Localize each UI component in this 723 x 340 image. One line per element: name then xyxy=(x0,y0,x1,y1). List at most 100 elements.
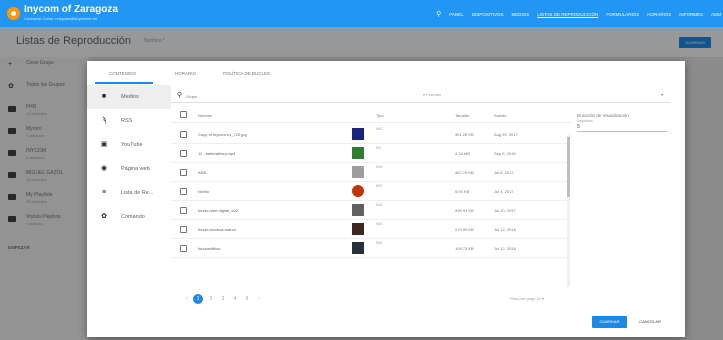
thumbnail-image xyxy=(352,128,364,140)
row-date: Jul 20, 2017 xyxy=(494,208,516,213)
rows-per-page-select[interactable]: Filas por page 10 ▾ xyxy=(510,296,544,301)
folder-icon: ■ xyxy=(101,93,107,100)
row-size: 5.93 KB xyxy=(455,189,470,194)
table-row[interactable]: fondo-cerveza-marco IMG 215.99 KB Jul 12… xyxy=(171,220,571,239)
row-type: IMG xyxy=(376,165,383,169)
row-name: ADN xyxy=(198,170,207,175)
top-app-bar: Inycom of Zaragoza Contactar Como: reliq… xyxy=(0,0,723,27)
row-name: fondo-cerveza-marco xyxy=(198,227,236,232)
column-size[interactable]: Tamaño xyxy=(455,113,469,118)
table-row[interactable]: fondo-nivel digital_v02 IMG 995.93 KB Ju… xyxy=(171,201,571,220)
source-item-pagina-web[interactable]: ◉ Página web xyxy=(87,157,171,181)
column-name[interactable]: Nombre xyxy=(198,113,212,118)
table-row[interactable]: ADN IMG 457.76 KB Jul 8, 2017 xyxy=(171,163,571,182)
table-row[interactable]: Nivirlo IMG 5.93 KB Jul 4, 2017 xyxy=(171,182,571,201)
select-all-checkbox[interactable] xyxy=(180,111,187,118)
row-size: 457.76 KB xyxy=(455,170,474,175)
table-row[interactable]: 11 - betterabbey.mp4 MV 4.24 MB Sep 9, 2… xyxy=(171,144,571,163)
app-title: Inycom of Zaragoza xyxy=(24,4,118,15)
source-item-label: Medios xyxy=(121,94,139,100)
source-item-youtube[interactable]: ▣ YouTube xyxy=(87,133,171,157)
source-item-label: RSS xyxy=(121,118,133,124)
search-input[interactable] xyxy=(186,92,366,100)
dialog-tabs: CONTENIDO HORARIO POLÍTICA DE BUCLES xyxy=(87,61,685,85)
tab-horario[interactable]: HORARIO xyxy=(175,71,196,76)
row-checkbox[interactable] xyxy=(180,207,187,214)
source-item-label: YouTube xyxy=(121,142,143,148)
display-duration-field[interactable]: Duración de Visualización Segundos 5 xyxy=(577,113,677,132)
search-icon[interactable]: ⚲ xyxy=(436,10,441,18)
row-date: Jul 12, 2016 xyxy=(494,227,516,232)
thumbnail-image xyxy=(352,204,364,216)
nav-adm[interactable]: ADM xyxy=(711,12,721,17)
duration-unit: Segundos xyxy=(577,119,593,123)
table-row[interactable]: fondoedificio IMG 109.73 KB Jul 12, 2016 xyxy=(171,239,571,258)
chevron-down-icon[interactable]: ▾ xyxy=(661,92,663,97)
page-3-button[interactable]: 3 xyxy=(218,294,228,304)
row-checkbox[interactable] xyxy=(180,245,187,252)
row-checkbox[interactable] xyxy=(180,131,187,138)
nav-medios[interactable]: MEDIOS xyxy=(512,12,530,17)
rss-icon: ϡ xyxy=(101,117,107,124)
row-size: 4.24 MB xyxy=(455,151,470,156)
row-name: fondo-nivel digital_v02 xyxy=(198,208,238,213)
row-size: 215.99 KB xyxy=(455,227,474,232)
source-item-medios[interactable]: ■ Medios xyxy=(87,85,171,109)
nav-formularios[interactable]: FORMULARIOS xyxy=(606,12,639,17)
tab-politica-bucles[interactable]: POLÍTICA DE BUCLES xyxy=(223,71,270,76)
row-checkbox[interactable] xyxy=(180,188,187,195)
row-checkbox[interactable] xyxy=(180,150,187,157)
page-2-button[interactable]: 2 xyxy=(206,294,216,304)
row-type: IMG xyxy=(376,241,383,245)
row-name: Nivirlo xyxy=(198,189,210,194)
thumbnail-image xyxy=(352,147,364,159)
brand-logo-icon[interactable] xyxy=(7,7,20,20)
row-type: IMG xyxy=(376,222,383,226)
duration-label: Duración de Visualización xyxy=(577,113,629,118)
nav-informes[interactable]: INFORMES xyxy=(679,12,703,17)
media-table-header: Nombre Tipo Tamaño Subido xyxy=(171,107,571,123)
row-type: IMG xyxy=(376,184,383,188)
table-row[interactable]: Copy of Inycom.n1_720.jpg IMG 301.26 KB … xyxy=(171,125,571,144)
row-checkbox[interactable] xyxy=(180,169,187,176)
scrollbar-thumb[interactable] xyxy=(567,137,570,197)
row-date: Jul 4, 2017 xyxy=(494,189,514,194)
thumbnail-image xyxy=(352,166,364,178)
source-item-label: Comando xyxy=(121,214,145,220)
search-icon: ⚲ xyxy=(177,92,183,99)
page-5-button[interactable]: 5 xyxy=(242,294,252,304)
nav-horarios[interactable]: HORARIOS xyxy=(647,12,671,17)
top-navigation: ⚲ PANEL DISPOSITIVOS MEDIOS LISTAS DE RE… xyxy=(436,10,721,18)
page-1-button[interactable]: 1 xyxy=(193,294,203,304)
thumbnail-image xyxy=(352,242,364,254)
prev-page-button[interactable]: ‹ xyxy=(182,294,192,304)
nav-listas[interactable]: LISTAS DE REPRODUCCIÓN xyxy=(537,12,598,17)
globe-icon: ◉ xyxy=(100,165,108,172)
source-item-lista[interactable]: ≡ Lista de Re... xyxy=(87,181,171,205)
column-type[interactable]: Tipo xyxy=(376,113,384,118)
youtube-icon: ▣ xyxy=(100,141,108,148)
app-subtitle: Contactar Como: reliquias@anywhere.es xyxy=(24,16,97,21)
dialog-cancel-button[interactable]: CANCELAR xyxy=(634,316,666,328)
source-item-rss[interactable]: ϡ RSS xyxy=(87,109,171,133)
nav-panel[interactable]: PANEL xyxy=(449,12,463,17)
page-4-button[interactable]: 4 xyxy=(230,294,240,304)
row-date: Aug 29, 2017 xyxy=(494,132,518,137)
content-source-nav: ■ Medios ϡ RSS ▣ YouTube ◉ Página web ≡ … xyxy=(87,85,171,275)
row-size: 109.73 KB xyxy=(455,246,474,251)
media-search-bar: ⚲ ▾ Formato ▾ xyxy=(171,88,671,103)
tab-contenido[interactable]: CONTENIDO xyxy=(109,71,136,76)
source-item-comando[interactable]: ✿ Comando xyxy=(87,205,171,229)
column-uploaded[interactable]: Subido xyxy=(494,113,506,118)
nav-dispositivos[interactable]: DISPOSITIVOS xyxy=(472,12,504,17)
row-name: 11 - betterabbey.mp4 xyxy=(198,151,236,156)
next-page-button[interactable]: › xyxy=(254,294,264,304)
dialog-save-button[interactable]: GUARDAR xyxy=(592,316,627,328)
row-type: IMG xyxy=(376,127,383,131)
row-size: 301.26 KB xyxy=(455,132,474,137)
row-checkbox[interactable] xyxy=(180,226,187,233)
playlist-icon: ≡ xyxy=(101,189,107,196)
gear-icon: ✿ xyxy=(101,213,107,220)
duration-input[interactable]: 5 xyxy=(577,124,677,130)
format-filter[interactable]: ▾ Formato xyxy=(423,92,441,97)
